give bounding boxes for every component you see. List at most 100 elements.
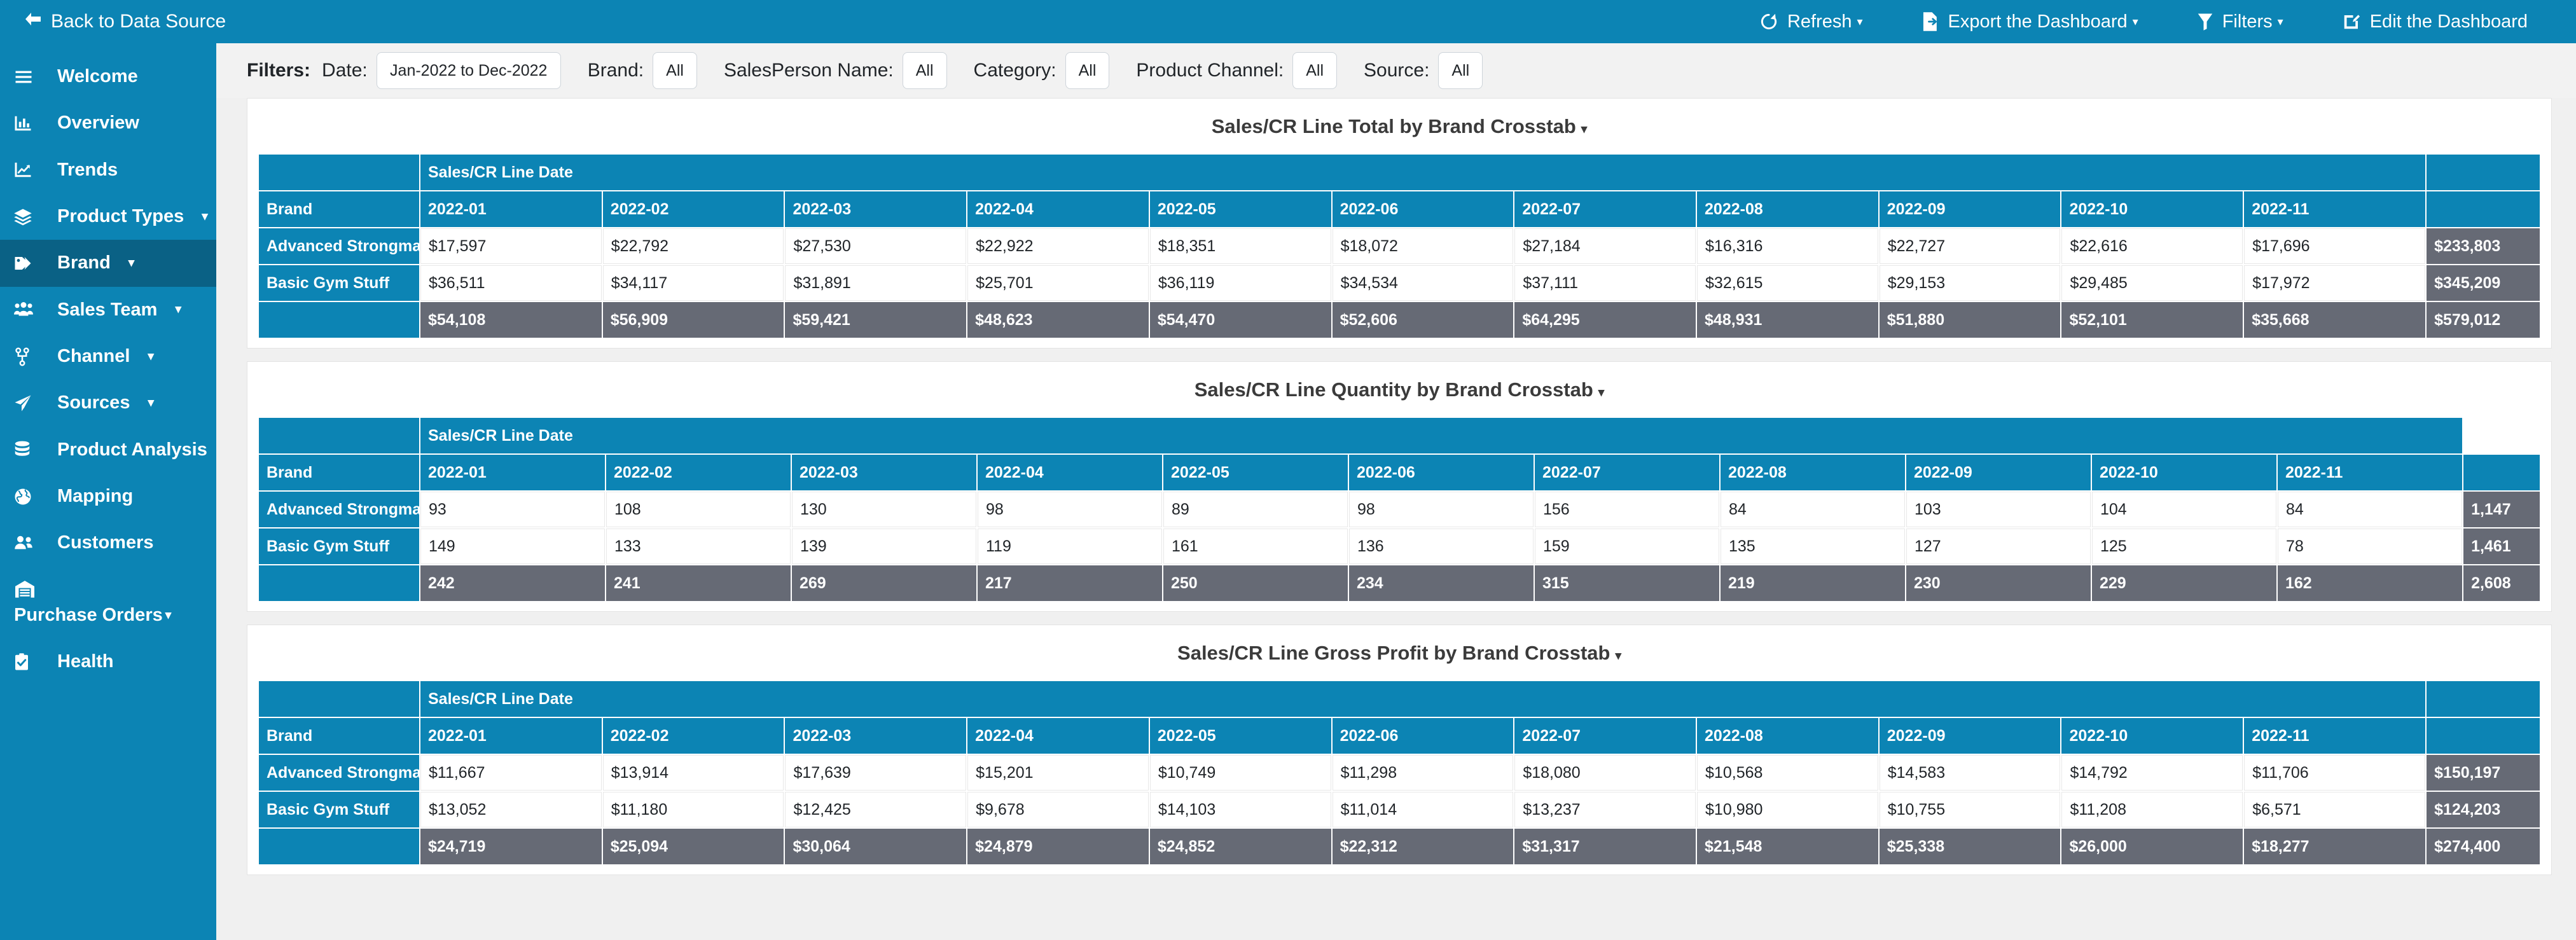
column-header-month[interactable]: 2022-07 — [1535, 455, 1719, 490]
column-header-month[interactable]: 2022-01 — [420, 455, 605, 490]
chevron-down-icon: ▾ — [1581, 123, 1588, 136]
column-header-month[interactable]: 2022-02 — [606, 455, 791, 490]
column-header-month[interactable]: 2022-07 — [1514, 191, 1696, 227]
sidebar-item-channel[interactable]: Channel ▾ — [0, 333, 216, 380]
sidebar-item-trends[interactable]: Trends — [0, 147, 216, 193]
column-header-brand[interactable]: Brand — [259, 191, 419, 227]
table-totals-row: 242 241 269 217 250 234 315 219 230 229 … — [259, 565, 2540, 601]
column-header-month[interactable]: 2022-02 — [602, 718, 784, 754]
column-header-month[interactable]: 2022-08 — [1697, 191, 1878, 227]
column-header-month[interactable]: 2022-04 — [967, 191, 1149, 227]
back-to-data-source-link[interactable]: Back to Data Source — [23, 11, 226, 32]
cell-value: 156 — [1535, 492, 1719, 527]
cell-row-total: $150,197 — [2427, 755, 2540, 791]
chevron-down-icon: ▾ — [2132, 15, 2138, 28]
panel-title-gross-profit[interactable]: Sales/CR Line Gross Profit by Brand Cros… — [247, 625, 2551, 680]
sidebar-item-sales-team[interactable]: Sales Team ▾ — [0, 287, 216, 333]
filters-button[interactable]: Filters ▾ — [2168, 11, 2313, 32]
filter-salesperson-name-select[interactable]: All — [902, 52, 947, 89]
cell-value: $11,298 — [1332, 755, 1514, 791]
column-header-month[interactable]: 2022-11 — [2244, 191, 2426, 227]
export-dashboard-button[interactable]: Export the Dashboard ▾ — [1892, 11, 2168, 32]
table-row: Advanced Strongman $17,597 $22,792 $27,5… — [259, 228, 2540, 264]
column-header-month[interactable]: 2022-05 — [1149, 718, 1331, 754]
column-header-month[interactable]: 2022-03 — [785, 718, 967, 754]
chevron-down-icon: ▾ — [175, 303, 181, 317]
sidebar-item-brand[interactable]: Brand ▾ — [0, 240, 216, 287]
sidebar-item-overview[interactable]: Overview — [0, 100, 216, 146]
cell-value: 98 — [978, 492, 1162, 527]
column-header-month[interactable]: 2022-06 — [1332, 191, 1514, 227]
column-header-month[interactable]: 2022-05 — [1149, 191, 1331, 227]
column-header-month[interactable]: 2022-10 — [2061, 718, 2243, 754]
cell-value: $17,972 — [2244, 265, 2426, 301]
column-header-month[interactable]: 2022-08 — [1721, 455, 1905, 490]
sidebar-item-mapping[interactable]: Mapping — [0, 473, 216, 520]
cell-column-total: $51,880 — [1879, 302, 2061, 338]
column-header-month[interactable]: 2022-11 — [2244, 718, 2426, 754]
column-header-month[interactable]: 2022-02 — [602, 191, 784, 227]
filter-product-channel-value: All — [1306, 61, 1324, 79]
column-header-brand[interactable]: Brand — [259, 718, 419, 754]
column-header-month[interactable]: 2022-06 — [1349, 455, 1534, 490]
row-header-brand: Basic Gym Stuff — [259, 792, 419, 827]
cell-value: $10,749 — [1149, 755, 1331, 791]
crosstab-table-wrapper-quantity: Sales/CR Line Date Brand 2022-01 2022-02… — [247, 417, 2551, 602]
column-header-month[interactable]: 2022-04 — [978, 455, 1162, 490]
refresh-button[interactable]: Refresh ▾ — [1730, 11, 1892, 32]
table-group-header-row: Sales/CR Line Date — [259, 418, 2540, 453]
body-wrapper: Welcome Overview Trends Product Types ▾ … — [0, 43, 2576, 940]
cell-value: 125 — [2092, 529, 2276, 564]
cell-value: $12,425 — [785, 792, 967, 827]
crosstab-panel-quantity: Sales/CR Line Quantity by Brand Crosstab… — [247, 361, 2552, 612]
cell-column-total: 219 — [1721, 565, 1905, 601]
crosstab-table-quantity: Sales/CR Line Date Brand 2022-01 2022-02… — [258, 417, 2541, 602]
cell-grand-total: $274,400 — [2427, 829, 2540, 864]
sidebar-item-label: Welcome — [57, 66, 138, 86]
column-header-month[interactable]: 2022-03 — [792, 455, 976, 490]
column-header-month[interactable]: 2022-03 — [785, 191, 967, 227]
sidebar-item-product-analysis[interactable]: Product Analysis — [0, 427, 216, 473]
sidebar-item-product-types[interactable]: Product Types ▾ — [0, 193, 216, 240]
cell-value: $18,072 — [1332, 228, 1514, 264]
column-header-month[interactable]: 2022-09 — [1879, 718, 2061, 754]
panel-title-total[interactable]: Sales/CR Line Total by Brand Crosstab ▾ — [247, 99, 2551, 153]
column-header-month[interactable]: 2022-10 — [2061, 191, 2243, 227]
panels-container: Sales/CR Line Total by Brand Crosstab ▾ S… — [216, 98, 2576, 875]
column-header-month[interactable]: 2022-04 — [967, 718, 1149, 754]
cell-column-total: $59,421 — [785, 302, 967, 338]
filter-source-select[interactable]: All — [1438, 52, 1483, 89]
column-header-month[interactable]: 2022-06 — [1332, 718, 1514, 754]
column-header-month[interactable]: 2022-01 — [420, 191, 602, 227]
sidebar-item-purchase-orders[interactable]: Purchase Orders ▾ — [0, 567, 216, 639]
cell-value: 89 — [1163, 492, 1348, 527]
column-header-month[interactable]: 2022-08 — [1697, 718, 1878, 754]
filter-product-channel-select[interactable]: All — [1292, 52, 1338, 89]
crosstab-table-total: Sales/CR Line Date Brand 2022-01 2022-02… — [258, 153, 2541, 339]
column-header-month[interactable]: 2022-05 — [1163, 455, 1348, 490]
table-row: Basic Gym Stuff $13,052 $11,180 $12,425 … — [259, 792, 2540, 827]
edit-dashboard-button[interactable]: Edit the Dashboard — [2313, 11, 2557, 32]
column-header-month[interactable]: 2022-07 — [1514, 718, 1696, 754]
column-header-month[interactable]: 2022-11 — [2278, 455, 2463, 490]
column-header-month[interactable]: 2022-01 — [420, 718, 602, 754]
sidebar-item-welcome[interactable]: Welcome — [0, 53, 216, 100]
sidebar-item-sources[interactable]: Sources ▾ — [0, 380, 216, 426]
sidebar-item-customers[interactable]: Customers — [0, 520, 216, 566]
filter-date-select[interactable]: Jan-2022 to Dec-2022 — [376, 52, 561, 89]
chevron-down-icon: ▾ — [1857, 15, 1863, 28]
cell-column-total: 242 — [420, 565, 605, 601]
filter-category-select[interactable]: All — [1065, 52, 1110, 89]
panel-title-quantity[interactable]: Sales/CR Line Quantity by Brand Crosstab… — [247, 362, 2551, 417]
sidebar-item-health[interactable]: Health — [0, 639, 216, 685]
column-header-month[interactable]: 2022-10 — [2092, 455, 2276, 490]
cell-value: $17,696 — [2244, 228, 2426, 264]
filter-brand-select[interactable]: All — [653, 52, 697, 89]
cell-value: $29,485 — [2061, 265, 2243, 301]
column-header-month[interactable]: 2022-09 — [1906, 455, 2091, 490]
cell-value: $17,597 — [420, 228, 602, 264]
column-header-month[interactable]: 2022-09 — [1879, 191, 2061, 227]
cell-value: 103 — [1906, 492, 2091, 527]
column-header-brand[interactable]: Brand — [259, 455, 419, 490]
table-row: Advanced Strongman 93 108 130 98 89 98 1… — [259, 492, 2540, 527]
